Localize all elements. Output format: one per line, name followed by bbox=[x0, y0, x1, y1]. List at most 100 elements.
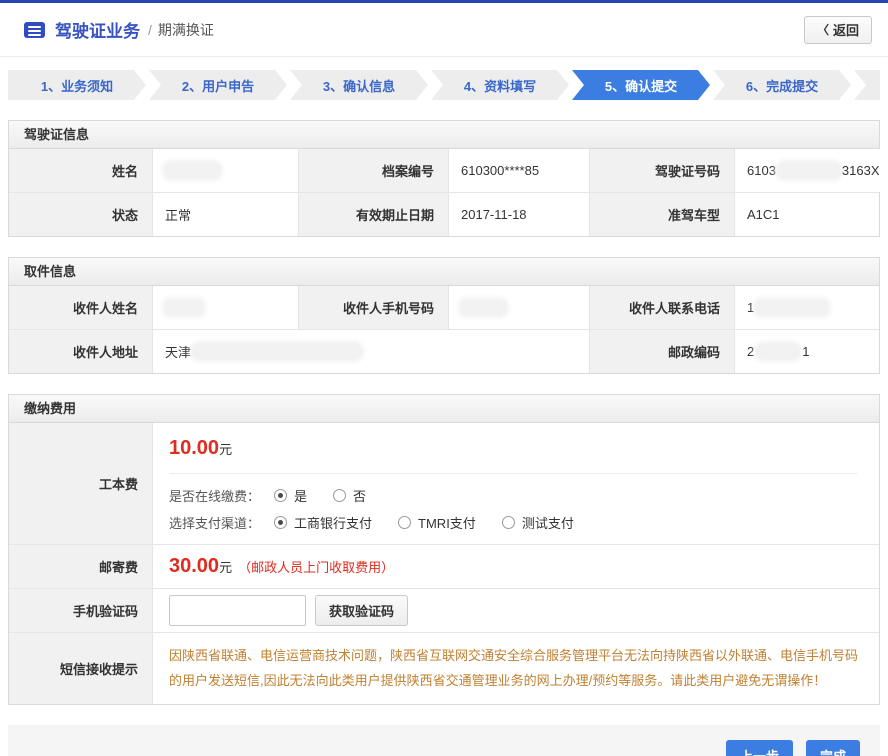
name-value bbox=[153, 149, 299, 192]
redacted-postcode bbox=[757, 344, 799, 359]
sms-code-label: 手机验证码 bbox=[9, 589, 153, 632]
step-4-fill-data[interactable]: 4、资料填写 bbox=[431, 70, 569, 100]
back-button-label: 返回 bbox=[833, 20, 859, 39]
name-label: 姓名 bbox=[9, 149, 153, 192]
yuan-unit: 元 bbox=[219, 557, 232, 576]
breadcrumb-current: 期满换证 bbox=[158, 22, 214, 38]
online-pay-yes-option[interactable]: 是 bbox=[274, 486, 307, 505]
license-no-prefix: 6103 bbox=[747, 163, 776, 178]
page-header: 驾驶证业务 / 期满换证 〈 返回 bbox=[0, 3, 888, 57]
channel-tmri-option[interactable]: TMRI支付 bbox=[398, 513, 476, 532]
step-5-confirm-submit[interactable]: 5、确认提交 bbox=[572, 70, 710, 100]
status-value: 正常 bbox=[153, 193, 299, 236]
online-pay-row: 是否在线缴费： 是 否 bbox=[169, 486, 863, 505]
redacted-recipient-name bbox=[165, 300, 203, 315]
vehicle-class-value: A1C1 bbox=[735, 193, 879, 236]
yes-label: 是 bbox=[294, 486, 307, 505]
file-no-label: 档案编号 bbox=[299, 149, 449, 192]
address-value: 天津 bbox=[153, 330, 590, 373]
phone-label: 收件人联系电话 bbox=[590, 286, 735, 329]
postcode-prefix: 2 bbox=[747, 344, 754, 359]
section-fees: 缴纳费用 工本费 10.00元 是否在线缴费： 是 否 选择支付渠道： bbox=[8, 394, 880, 705]
postcode-suffix: 1 bbox=[802, 344, 809, 359]
production-fee-amount: 10.00 bbox=[169, 437, 219, 459]
sms-code-input[interactable] bbox=[169, 595, 306, 626]
redacted-address bbox=[193, 344, 361, 359]
vehicle-class-label: 准驾车型 bbox=[590, 193, 735, 236]
license-no-label: 驾驶证号码 bbox=[590, 149, 735, 192]
recipient-name-label: 收件人姓名 bbox=[9, 286, 153, 329]
table-row: 短信接收提示 因陕西省联通、电信运营商技术问题，陕西省互联网交通安全综合服务管理… bbox=[9, 632, 879, 704]
page-title: 驾驶证业务 bbox=[55, 17, 140, 42]
breadcrumb-divider: / bbox=[148, 22, 152, 38]
radio-channel-tmri[interactable] bbox=[398, 516, 411, 529]
finish-button[interactable]: 完成 bbox=[806, 740, 860, 756]
breadcrumb: / 期满换证 bbox=[148, 20, 214, 40]
redacted-license-no bbox=[778, 163, 840, 178]
table-row: 手机验证码 获取验证码 bbox=[9, 588, 879, 632]
yuan-unit: 元 bbox=[219, 442, 232, 457]
previous-step-button[interactable]: 上一步 bbox=[726, 740, 793, 756]
production-fee-amount-line: 10.00元 bbox=[169, 437, 863, 460]
license-no-suffix: 3163X bbox=[842, 163, 880, 178]
table-row: 收件人地址 天津 邮政编码 21 bbox=[9, 329, 879, 373]
step-bar-filler bbox=[854, 70, 880, 100]
postage-note: （邮政人员上门收取费用） bbox=[238, 557, 394, 576]
production-fee-label: 工本费 bbox=[9, 423, 153, 544]
file-no-value: 610300****85 bbox=[449, 149, 590, 192]
channel-icbc-option[interactable]: 工商银行支付 bbox=[274, 513, 372, 532]
no-label: 否 bbox=[353, 486, 366, 505]
back-button[interactable]: 〈 返回 bbox=[804, 16, 872, 44]
redacted-phone bbox=[756, 300, 828, 315]
phone-value: 1 bbox=[735, 286, 879, 329]
wizard-steps: 1、业务须知 2、用户申告 3、确认信息 4、资料填写 5、确认提交 6、完成提… bbox=[8, 70, 880, 100]
step-2-user-declaration[interactable]: 2、用户申告 bbox=[149, 70, 287, 100]
phone-prefix: 1 bbox=[747, 300, 754, 315]
get-code-button[interactable]: 获取验证码 bbox=[315, 595, 408, 626]
step-1-business-notice[interactable]: 1、业务须知 bbox=[8, 70, 146, 100]
status-label: 状态 bbox=[9, 193, 153, 236]
step-3-confirm-info[interactable]: 3、确认信息 bbox=[290, 70, 428, 100]
radio-channel-icbc[interactable] bbox=[274, 516, 287, 529]
sms-tip-label: 短信接收提示 bbox=[9, 633, 153, 704]
fee-divider bbox=[169, 473, 857, 474]
redacted-mobile bbox=[461, 300, 506, 315]
sms-code-cell: 获取验证码 bbox=[153, 589, 879, 632]
section-fees-title: 缴纳费用 bbox=[9, 395, 879, 423]
license-card-icon bbox=[24, 22, 45, 38]
pay-channel-label: 选择支付渠道： bbox=[169, 513, 260, 532]
radio-channel-test[interactable] bbox=[502, 516, 515, 529]
chevron-left-icon: 〈 bbox=[817, 21, 829, 38]
table-row: 姓名 档案编号 610300****85 驾驶证号码 6103 3163X bbox=[9, 149, 879, 192]
online-pay-label: 是否在线缴费： bbox=[169, 486, 260, 505]
radio-no[interactable] bbox=[333, 489, 346, 502]
postage-amount: 30.00 bbox=[169, 555, 219, 578]
section-license-title: 驾驶证信息 bbox=[9, 121, 879, 149]
channel-test-option[interactable]: 测试支付 bbox=[502, 513, 574, 532]
postcode-value: 21 bbox=[735, 330, 879, 373]
valid-until-label: 有效期止日期 bbox=[299, 193, 449, 236]
valid-until-value: 2017-11-18 bbox=[449, 193, 590, 236]
address-prefix: 天津 bbox=[165, 342, 191, 361]
production-fee-cell: 10.00元 是否在线缴费： 是 否 选择支付渠道： 工商银行支付 bbox=[153, 423, 879, 544]
mobile-label: 收件人手机号码 bbox=[299, 286, 449, 329]
postage-label: 邮寄费 bbox=[9, 545, 153, 588]
recipient-name-value bbox=[153, 286, 299, 329]
footer-actions: 上一步 完成 bbox=[8, 725, 880, 756]
table-row: 状态 正常 有效期止日期 2017-11-18 准驾车型 A1C1 bbox=[9, 192, 879, 236]
table-row: 收件人姓名 收件人手机号码 收件人联系电话 1 bbox=[9, 286, 879, 329]
channel-icbc-label: 工商银行支付 bbox=[294, 513, 372, 532]
license-no-value: 6103 3163X bbox=[735, 149, 888, 192]
pay-channel-row: 选择支付渠道： 工商银行支付 TMRI支付 测试支付 bbox=[169, 513, 863, 532]
step-6-finish-submit[interactable]: 6、完成提交 bbox=[713, 70, 851, 100]
online-pay-no-option[interactable]: 否 bbox=[333, 486, 366, 505]
table-row: 邮寄费 30.00元 （邮政人员上门收取费用） bbox=[9, 544, 879, 588]
postage-cell: 30.00元 （邮政人员上门收取费用） bbox=[153, 545, 879, 588]
address-label: 收件人地址 bbox=[9, 330, 153, 373]
sms-tip-text: 因陕西省联通、电信运营商技术问题，陕西省互联网交通安全综合服务管理平台无法向持陕… bbox=[153, 633, 879, 704]
mobile-value bbox=[449, 286, 590, 329]
channel-tmri-label: TMRI支付 bbox=[418, 513, 476, 532]
channel-test-label: 测试支付 bbox=[522, 513, 574, 532]
radio-yes[interactable] bbox=[274, 489, 287, 502]
postcode-label: 邮政编码 bbox=[590, 330, 735, 373]
